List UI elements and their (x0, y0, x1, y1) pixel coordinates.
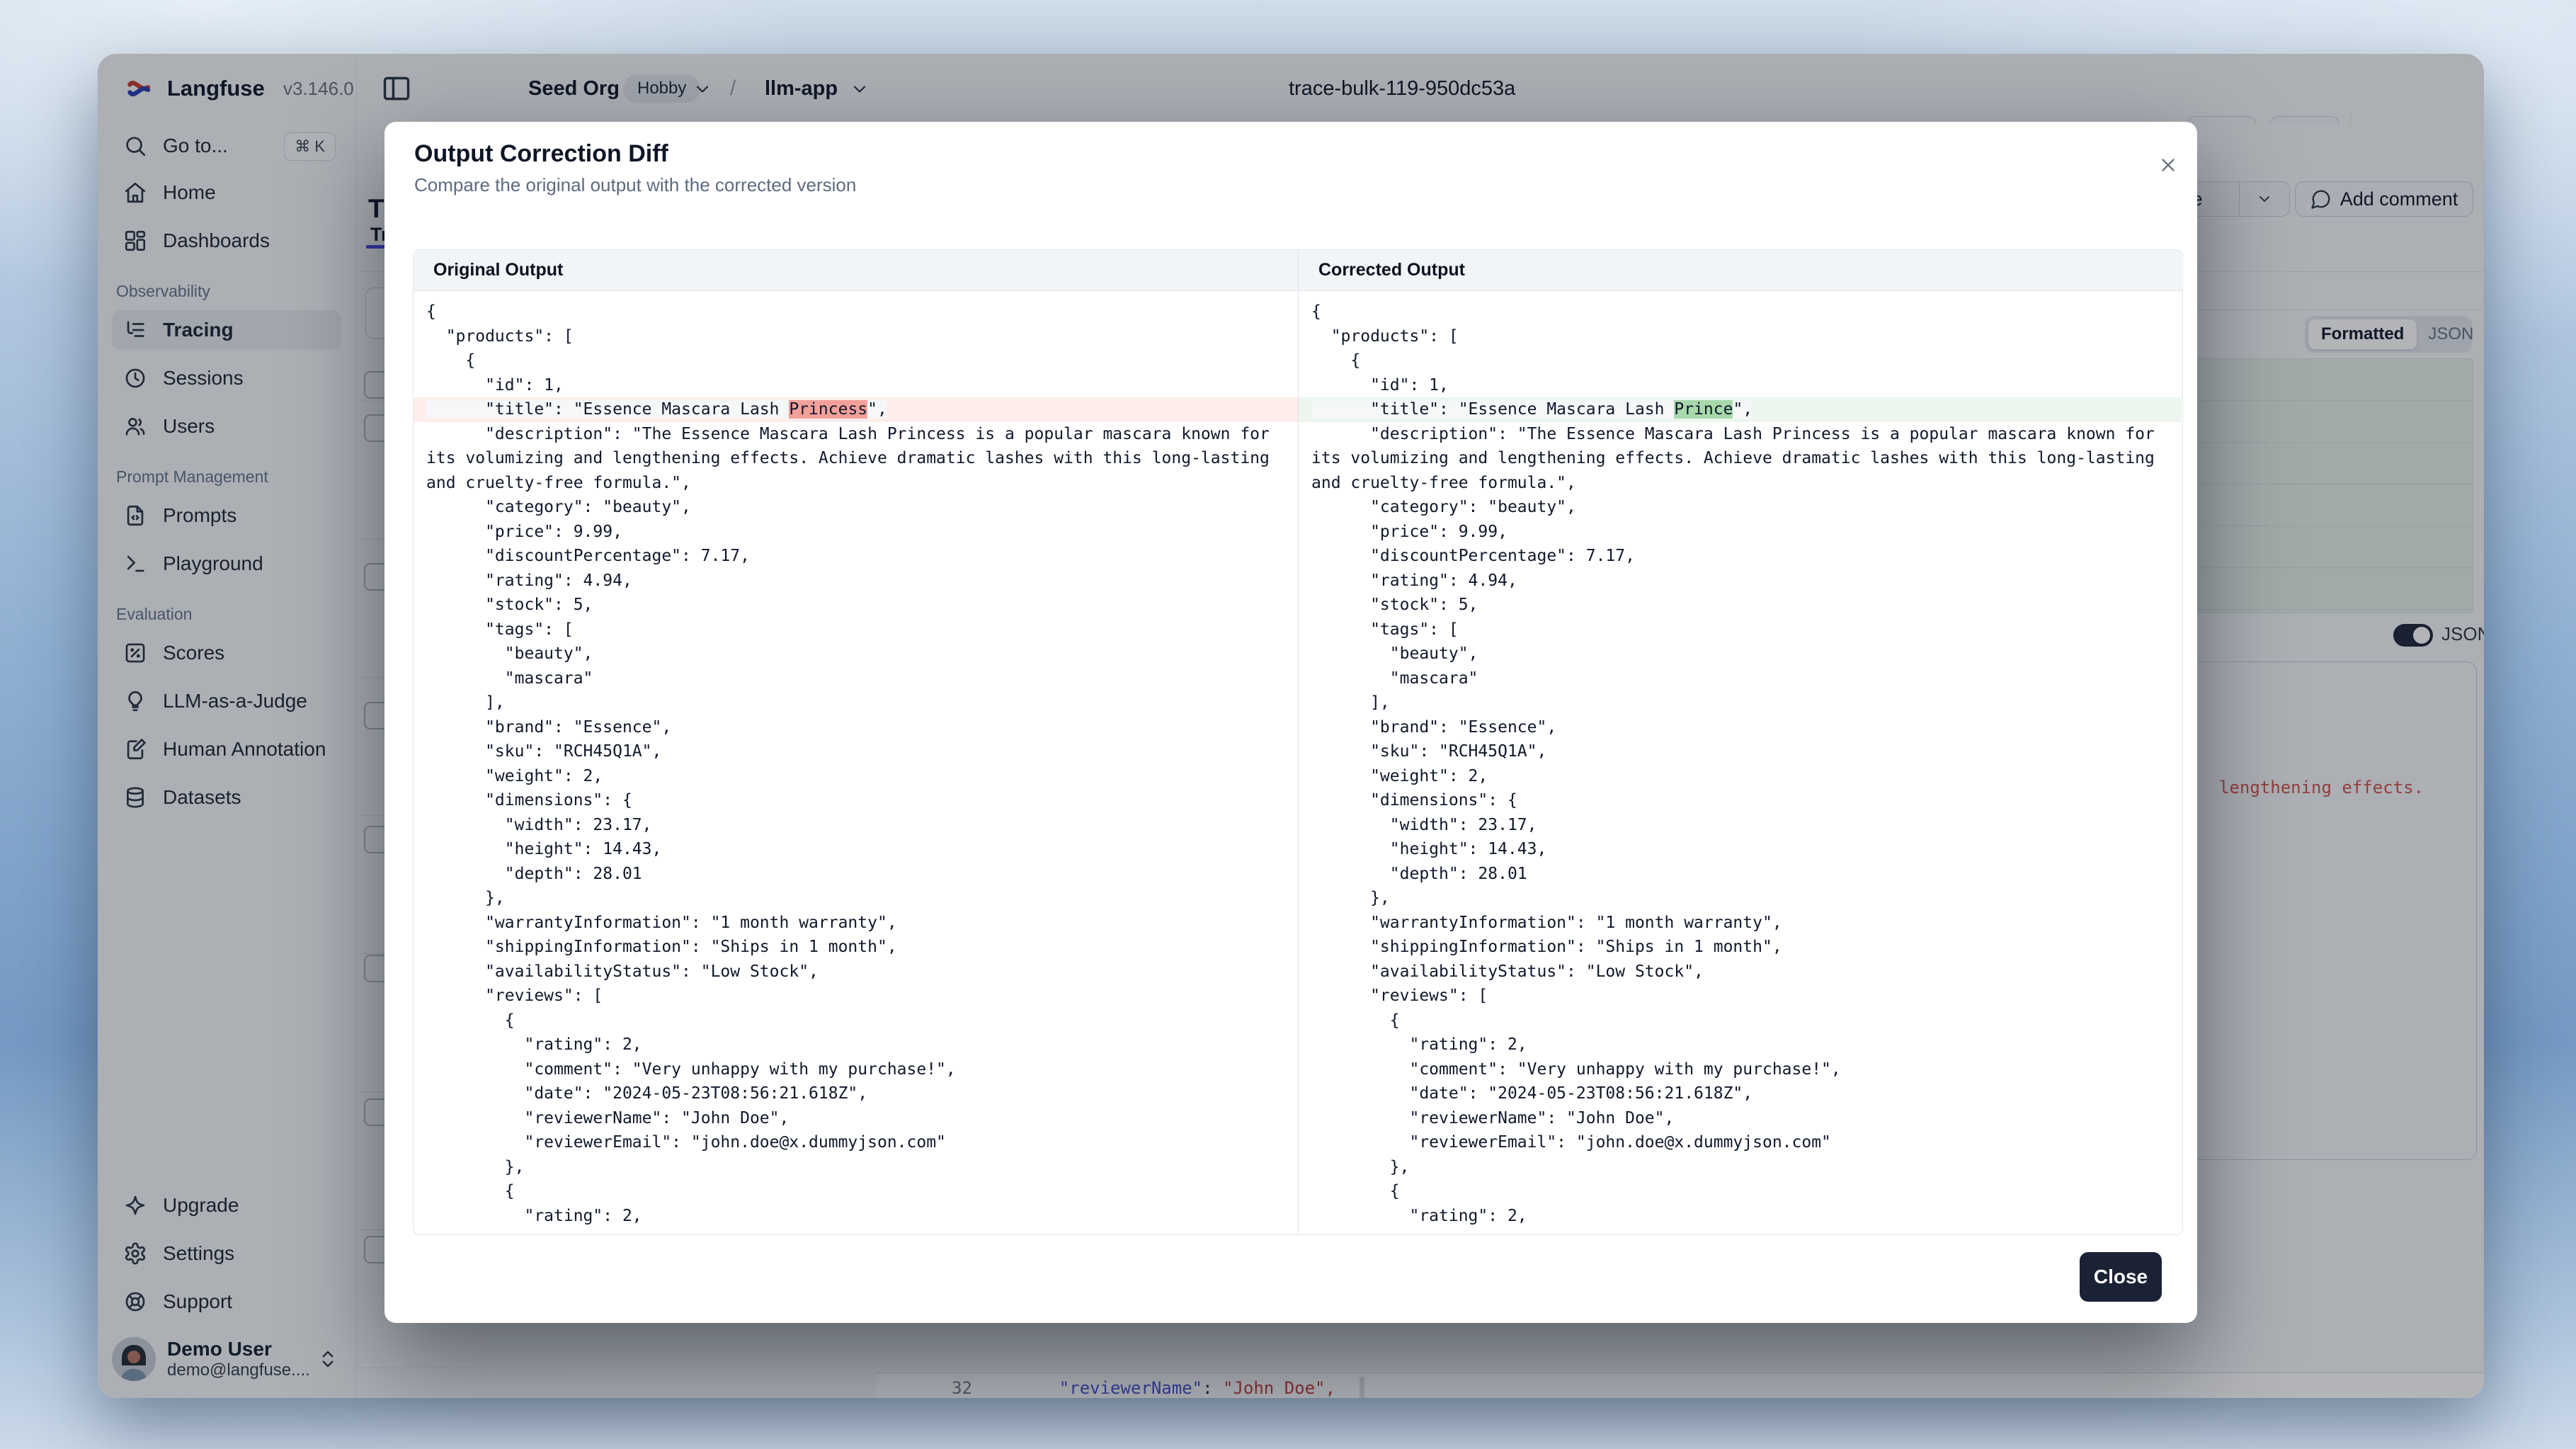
diff-line: "warrantyInformation": "1 month warranty… (414, 911, 1298, 936)
diff-line: "date": "2024-05-23T08:56:21.618Z", (414, 1081, 1298, 1106)
diff-line: "products": [ (1299, 324, 2182, 349)
diff-line: "stock": 5, (1299, 593, 2182, 618)
diff-line: "reviewerName": "John Doe", (414, 1106, 1298, 1131)
diff-line: "beauty", (1299, 642, 2182, 666)
diff-line: { (414, 348, 1298, 373)
diff-line: "tags": [ (414, 618, 1298, 642)
diff-line: "reviewerName": "John Doe", (1299, 1106, 2182, 1131)
diff-container: Original Output { "products": [ { "id": … (413, 249, 2183, 1235)
diff-line: "beauty", (414, 642, 1298, 666)
diff-line: "id": 1, (414, 373, 1298, 398)
diff-line: "stock": 5, (414, 593, 1298, 618)
diff-line: "availabilityStatus": "Low Stock", (1299, 960, 2182, 984)
diff-line: { (1299, 348, 2182, 373)
diff-line: its volumizing and lengthening effects. … (1299, 446, 2182, 471)
diff-added-line: "title": "Essence Mascara Lash Prince", (1299, 397, 2182, 422)
diff-line: }, (414, 1155, 1298, 1180)
diff-line: "date": "2024-05-23T08:56:21.618Z", (1299, 1081, 2182, 1106)
diff-line: "dimensions": { (1299, 788, 2182, 813)
diff-line: "availabilityStatus": "Low Stock", (414, 960, 1298, 984)
diff-line: ], (1299, 691, 2182, 715)
diff-line: "height": 14.43, (1299, 837, 2182, 862)
corrected-output-body[interactable]: { "products": [ { "id": 1, "title": "Ess… (1299, 291, 2182, 1234)
diff-line: { (1299, 1008, 2182, 1033)
diff-line: "rating": 2, (414, 1033, 1298, 1057)
diff-line: "mascara" (414, 666, 1298, 691)
diff-line: "tags": [ (1299, 618, 2182, 642)
output-correction-diff-modal: Output Correction Diff Compare the origi… (384, 122, 2197, 1323)
diff-line: "mascara" (1299, 666, 2182, 691)
diff-line: "height": 14.43, (414, 837, 1298, 862)
original-output-body[interactable]: { "products": [ { "id": 1, "title": "Ess… (414, 291, 1298, 1234)
diff-line: "depth": 28.01 (1299, 862, 2182, 887)
diff-line: "discountPercentage": 7.17, (1299, 544, 2182, 569)
diff-line: "shippingInformation": "Ships in 1 month… (414, 935, 1298, 960)
diff-line: "description": "The Essence Mascara Lash… (1299, 422, 2182, 447)
diff-line: "reviewerEmail": "john.doe@x.dummyjson.c… (1299, 1130, 2182, 1155)
close-button[interactable]: Close (2080, 1252, 2162, 1302)
diff-line: "sku": "RCH45Q1A", (414, 739, 1298, 764)
diff-line: "brand": "Essence", (1299, 715, 2182, 740)
diff-line: "rating": 4.94, (414, 569, 1298, 593)
modal-subtitle: Compare the original output with the cor… (414, 174, 856, 196)
diff-removed-line: "title": "Essence Mascara Lash Princess"… (414, 397, 1298, 422)
diff-line: "category": "beauty", (1299, 495, 2182, 520)
diff-line: and cruelty-free formula.", (414, 471, 1298, 496)
diff-line: "sku": "RCH45Q1A", (1299, 739, 2182, 764)
diff-line: "discountPercentage": 7.17, (414, 544, 1298, 569)
diff-line: "reviewerEmail": "john.doe@x.dummyjson.c… (414, 1130, 1298, 1155)
diff-line: "id": 1, (1299, 373, 2182, 398)
modal-title: Output Correction Diff (414, 140, 668, 168)
diff-line: "weight": 2, (1299, 764, 2182, 789)
diff-line: "reviews": [ (1299, 984, 2182, 1008)
diff-line: { (414, 1179, 1298, 1204)
diff-line: }, (1299, 886, 2182, 911)
close-icon[interactable] (2158, 154, 2179, 176)
diff-line: "rating": 2, (414, 1204, 1298, 1229)
diff-line: "dimensions": { (414, 788, 1298, 813)
corrected-output-header: Corrected Output (1299, 250, 2182, 291)
diff-line: ], (414, 691, 1298, 715)
diff-line: its volumizing and lengthening effects. … (414, 446, 1298, 471)
diff-line: "comment": "Very unhappy with my purchas… (1299, 1057, 2182, 1082)
diff-line: { (414, 300, 1298, 324)
removed-word: Princess (789, 400, 867, 419)
diff-line: { (414, 1008, 1298, 1033)
diff-line: "category": "beauty", (414, 495, 1298, 520)
diff-line: "rating": 2, (1299, 1204, 2182, 1229)
corrected-output-column: Corrected Output { "products": [ { "id":… (1298, 250, 2182, 1234)
diff-line: "description": "The Essence Mascara Lash… (414, 422, 1298, 447)
diff-line: "warrantyInformation": "1 month warranty… (1299, 911, 2182, 936)
diff-line: { (1299, 300, 2182, 324)
diff-line: "rating": 2, (1299, 1033, 2182, 1057)
original-output-column: Original Output { "products": [ { "id": … (414, 250, 1298, 1234)
diff-line: and cruelty-free formula.", (1299, 471, 2182, 496)
diff-line: "shippingInformation": "Ships in 1 month… (1299, 935, 2182, 960)
diff-line: "price": 9.99, (414, 520, 1298, 545)
diff-line: { (1299, 1179, 2182, 1204)
diff-line: "reviews": [ (414, 984, 1298, 1008)
diff-line: "brand": "Essence", (414, 715, 1298, 740)
diff-line: "rating": 4.94, (1299, 569, 2182, 593)
diff-line: }, (414, 886, 1298, 911)
original-output-header: Original Output (414, 250, 1298, 291)
diff-line: "price": 9.99, (1299, 520, 2182, 545)
diff-line: }, (1299, 1155, 2182, 1180)
added-word: Prince (1674, 400, 1733, 419)
diff-line: "depth": 28.01 (414, 862, 1298, 887)
diff-line: "width": 23.17, (414, 813, 1298, 838)
diff-line: "comment": "Very unhappy with my purchas… (414, 1057, 1298, 1082)
diff-line: "width": 23.17, (1299, 813, 2182, 838)
diff-line: "weight": 2, (414, 764, 1298, 789)
diff-line: "products": [ (414, 324, 1298, 349)
